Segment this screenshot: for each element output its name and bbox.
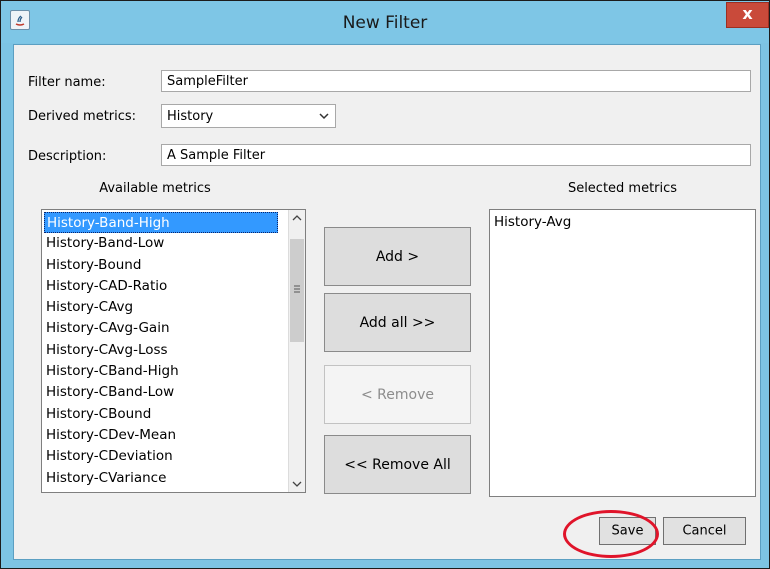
selected-metric-item[interactable]: History-Avg bbox=[492, 212, 742, 233]
description-field[interactable]: A Sample Filter bbox=[161, 144, 751, 166]
available-metric-item[interactable]: History-CDev-Mean bbox=[44, 425, 278, 446]
scroll-down-button[interactable] bbox=[289, 475, 305, 492]
scroll-up-button[interactable] bbox=[289, 210, 305, 227]
derived-metrics-select[interactable]: History bbox=[161, 104, 336, 128]
selected-metrics-items: History-Avg bbox=[492, 212, 742, 233]
available-metric-item[interactable]: History-CAvg-Loss bbox=[44, 340, 278, 361]
close-icon: x bbox=[742, 4, 753, 23]
scroll-grip-icon bbox=[294, 285, 300, 293]
add-all-button-label: Add all >> bbox=[359, 314, 436, 331]
available-metric-item[interactable]: History-Band-High bbox=[44, 212, 278, 234]
available-metrics-items: History-Band-High History-Band-Low History… bbox=[44, 212, 278, 489]
dialog-content: Filter name: SampleFilter Derived metric… bbox=[13, 44, 761, 560]
remove-all-button-label: << Remove All bbox=[344, 456, 451, 473]
filter-name-label: Filter name: bbox=[28, 75, 106, 90]
add-all-button[interactable]: Add all >> bbox=[324, 293, 471, 352]
available-metrics-list[interactable]: History-Band-High History-Band-Low History… bbox=[41, 209, 306, 493]
selected-metrics-header: Selected metrics bbox=[567, 181, 678, 196]
add-button[interactable]: Add > bbox=[324, 227, 471, 286]
add-button-label: Add > bbox=[375, 248, 420, 265]
filter-name-field[interactable]: SampleFilter bbox=[161, 70, 751, 92]
filter-name-value: SampleFilter bbox=[167, 74, 248, 89]
save-button-label: Save bbox=[611, 523, 644, 539]
cancel-button-label: Cancel bbox=[682, 523, 727, 539]
new-filter-dialog: New Filter x Filter name: SampleFilter D… bbox=[0, 0, 770, 569]
available-metric-item[interactable]: History-CDeviation bbox=[44, 446, 278, 467]
chevron-down-icon bbox=[292, 481, 302, 487]
chevron-down-icon bbox=[319, 113, 329, 120]
available-metric-item[interactable]: History-CBand-High bbox=[44, 361, 278, 382]
available-metric-item[interactable]: History-CBand-Low bbox=[44, 382, 278, 403]
remove-all-button[interactable]: << Remove All bbox=[324, 435, 471, 494]
derived-metrics-label: Derived metrics: bbox=[28, 109, 137, 124]
close-button[interactable]: x bbox=[726, 2, 769, 28]
selected-metrics-list[interactable]: History-Avg bbox=[489, 209, 756, 497]
remove-button[interactable]: < Remove bbox=[324, 365, 471, 424]
remove-button-label: < Remove bbox=[361, 386, 434, 403]
available-metric-item[interactable]: History-CAvg-Gain bbox=[44, 318, 278, 339]
description-value: A Sample Filter bbox=[167, 148, 266, 163]
description-label: Description: bbox=[28, 149, 107, 164]
chevron-up-icon bbox=[292, 215, 302, 221]
available-metric-item[interactable]: History-Bound bbox=[44, 255, 278, 276]
scroll-thumb[interactable] bbox=[290, 239, 304, 342]
available-metric-item[interactable]: History-Band-Low bbox=[44, 233, 278, 254]
available-metric-item[interactable]: History-CAvg bbox=[44, 297, 278, 318]
available-metrics-header: Available metrics bbox=[99, 181, 211, 196]
title-bar[interactable]: New Filter x bbox=[1, 1, 769, 43]
available-metric-item[interactable]: History-CBound bbox=[44, 404, 278, 425]
available-list-scrollbar[interactable] bbox=[288, 210, 305, 492]
available-metric-item[interactable]: History-CAD-Ratio bbox=[44, 276, 278, 297]
cancel-button[interactable]: Cancel bbox=[663, 517, 746, 545]
dialog-title: New Filter bbox=[342, 13, 428, 33]
derived-metrics-value: History bbox=[167, 109, 214, 124]
save-button[interactable]: Save bbox=[599, 517, 656, 545]
available-metric-item[interactable]: History-CVariance bbox=[44, 468, 278, 489]
